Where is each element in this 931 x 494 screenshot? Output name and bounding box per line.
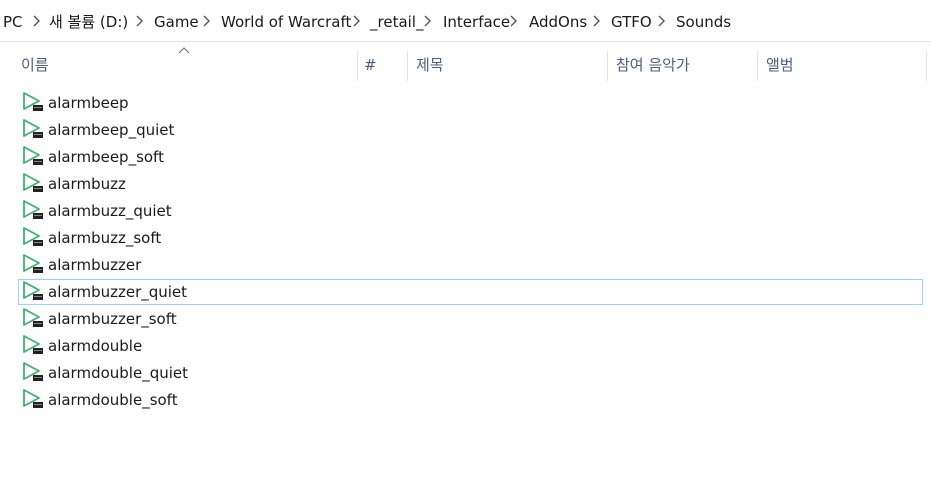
audio-file-icon xyxy=(23,92,43,111)
file-row[interactable]: alarmbuzzer xyxy=(18,252,923,278)
file-name: alarmbeep xyxy=(48,94,129,112)
breadcrumb-item-gtfo[interactable]: GTFO xyxy=(611,13,652,31)
column-header-title[interactable]: 제목 xyxy=(416,56,444,74)
file-row[interactable]: alarmbuzzer_soft xyxy=(18,306,923,332)
file-name: alarmbeep_soft xyxy=(48,148,164,166)
chevron-right-icon[interactable] xyxy=(31,14,41,28)
column-divider[interactable] xyxy=(926,51,927,81)
audio-file-icon xyxy=(23,200,43,219)
file-name: alarmbuzzer_quiet xyxy=(48,283,188,301)
column-header-number[interactable]: # xyxy=(364,56,377,74)
file-row[interactable]: alarmbeep_soft xyxy=(18,144,923,170)
audio-file-icon xyxy=(23,335,43,354)
chevron-right-icon[interactable] xyxy=(656,14,666,28)
audio-file-icon xyxy=(23,389,43,408)
sort-ascending-icon xyxy=(178,47,190,54)
column-header-row: 이름 # 제목 참여 음악가 앨범 xyxy=(0,42,931,84)
file-name: alarmdouble xyxy=(48,337,143,355)
chevron-right-icon[interactable] xyxy=(351,14,361,28)
file-name: alarmdouble_soft xyxy=(48,391,178,409)
breadcrumb-item-world-of-warcraft[interactable]: World of Warcraft xyxy=(221,13,351,31)
file-name: alarmbuzzer_soft xyxy=(48,310,177,328)
chevron-right-icon[interactable] xyxy=(201,14,211,28)
file-name: alarmdouble_quiet xyxy=(48,364,188,382)
audio-file-icon xyxy=(23,362,43,381)
breadcrumb-item-retail[interactable]: _retail_ xyxy=(370,13,423,31)
file-row[interactable]: alarmbuzz_quiet xyxy=(18,198,923,224)
breadcrumb-item-sounds[interactable]: Sounds xyxy=(676,13,731,31)
column-divider[interactable] xyxy=(607,51,608,81)
audio-file-icon xyxy=(23,254,43,273)
chevron-right-icon[interactable] xyxy=(422,14,432,28)
file-row[interactable]: alarmbeep_quiet xyxy=(18,117,923,143)
chevron-right-icon[interactable] xyxy=(134,14,144,28)
column-header-artists[interactable]: 참여 음악가 xyxy=(616,56,690,74)
file-row[interactable]: alarmdouble_soft xyxy=(18,387,923,413)
address-breadcrumb-bar: PC 새 볼륨 (D:) Game World of Warcraft _ret… xyxy=(0,0,931,42)
breadcrumb-item-volume[interactable]: 새 볼륨 (D:) xyxy=(49,13,128,31)
chevron-right-icon[interactable] xyxy=(591,14,601,28)
audio-file-icon xyxy=(23,227,43,246)
chevron-right-icon[interactable] xyxy=(508,14,518,28)
file-row[interactable]: alarmdouble xyxy=(18,333,923,359)
breadcrumb-item-pc[interactable]: PC xyxy=(3,13,23,31)
breadcrumb-item-game[interactable]: Game xyxy=(154,13,199,31)
file-row[interactable]: alarmbuzz_soft xyxy=(18,225,923,251)
file-row[interactable]: alarmdouble_quiet xyxy=(18,360,923,386)
audio-file-icon xyxy=(23,146,43,165)
file-name: alarmbuzz_soft xyxy=(48,229,162,247)
column-divider[interactable] xyxy=(357,51,358,81)
file-name: alarmbeep_quiet xyxy=(48,121,175,139)
breadcrumb-item-addons[interactable]: AddOns xyxy=(529,13,587,31)
column-divider[interactable] xyxy=(757,51,758,81)
audio-file-icon xyxy=(23,308,43,327)
audio-file-icon xyxy=(23,173,43,192)
breadcrumb-item-interface[interactable]: Interface xyxy=(443,13,510,31)
file-name: alarmbuzz_quiet xyxy=(48,202,172,220)
file-name: alarmbuzz xyxy=(48,175,126,193)
column-header-album[interactable]: 앨범 xyxy=(766,56,794,74)
file-name: alarmbuzzer xyxy=(48,256,142,274)
audio-file-icon xyxy=(23,119,43,138)
file-row[interactable]: alarmbeep xyxy=(18,90,923,116)
audio-file-icon xyxy=(23,281,43,300)
file-row[interactable]: alarmbuzz xyxy=(18,171,923,197)
column-divider[interactable] xyxy=(407,51,408,81)
file-row-selected[interactable]: alarmbuzzer_quiet xyxy=(18,279,923,305)
column-header-name[interactable]: 이름 xyxy=(21,56,49,74)
